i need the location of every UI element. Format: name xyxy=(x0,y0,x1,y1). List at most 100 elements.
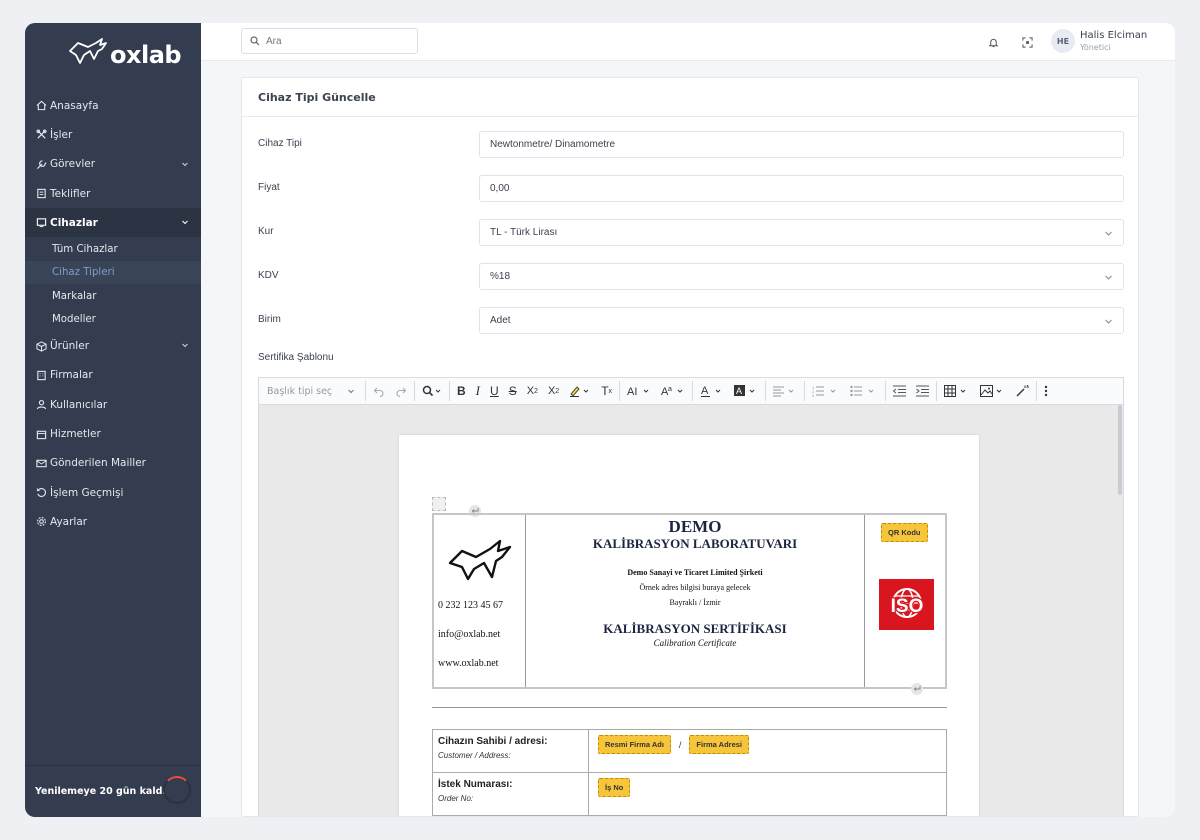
sidebar-item-label: Anasayfa xyxy=(50,99,99,112)
vat-select[interactable]: %18 xyxy=(479,263,1124,290)
sidebar-item-hizmetler[interactable]: Hizmetler xyxy=(25,419,201,448)
background-color-icon: A xyxy=(734,385,755,396)
sidebar-item-ayarlar[interactable]: Ayarlar xyxy=(25,507,201,536)
redo-button[interactable] xyxy=(390,377,412,405)
insert-paragraph-handle[interactable] xyxy=(911,683,923,695)
email-address: info@oxlab.net xyxy=(438,629,501,640)
sidebar-item-teklifler[interactable]: Teklifler xyxy=(25,179,201,208)
sidebar-item-gorevler[interactable]: Görevler xyxy=(25,150,201,179)
price-input[interactable]: 0,00 xyxy=(479,175,1124,202)
image-button[interactable] xyxy=(975,377,1011,405)
search-box[interactable] xyxy=(241,28,418,54)
sidebar-subitem-tum-cihazlar[interactable]: Tüm Cihazlar xyxy=(25,237,201,261)
toolbar-divider xyxy=(936,381,938,401)
horizontal-rule xyxy=(432,707,947,708)
sidebar-subitem-cihaz-tipleri[interactable]: Cihaz Tipleri xyxy=(25,260,201,285)
user-name[interactable]: Halis Elciman xyxy=(1080,30,1147,41)
magic-wand-icon[interactable] xyxy=(1011,377,1034,405)
sidebar-item-label: Görevler xyxy=(50,158,96,171)
field-price: Fiyat 0,00 xyxy=(242,175,1138,202)
font-size-button[interactable]: AI xyxy=(622,377,656,405)
document-page: 0 232 123 45 67 info@oxlab.net www.oxlab… xyxy=(399,435,979,816)
currency-select[interactable]: TL - Türk Lirası xyxy=(479,219,1124,246)
editor-toolbar: Başlık tipi seç B I U S X2 X2 Tx AI A a … xyxy=(258,377,1124,405)
font-color-button[interactable]: A xyxy=(695,377,729,405)
font-color-icon: A xyxy=(701,385,721,397)
indent-icon[interactable] xyxy=(911,377,934,405)
find-replace-button[interactable] xyxy=(417,377,447,405)
outdent-icon[interactable] xyxy=(888,377,911,405)
svg-text:3: 3 xyxy=(812,393,815,397)
qr-code-placeholder[interactable]: QR Kodu xyxy=(881,523,928,542)
company-address-placeholder[interactable]: Firma Adresi xyxy=(689,735,749,754)
editor-scrollbar[interactable] xyxy=(1118,405,1122,495)
sidebar-item-label: Teklifler xyxy=(50,187,91,200)
user-icon xyxy=(35,399,47,411)
underline-icon[interactable]: U xyxy=(485,377,504,405)
sidebar-item-isler[interactable]: İşler xyxy=(25,120,201,149)
alignment-button[interactable] xyxy=(768,377,802,405)
doc-title: DEMO xyxy=(668,517,722,536)
background-color-button[interactable]: A xyxy=(729,377,763,405)
order-number-placeholder[interactable]: İş No xyxy=(598,778,631,797)
device-type-input[interactable]: Newtonmetre/ Dinamometre xyxy=(479,131,1124,158)
font-family-icon: Aa xyxy=(661,386,683,397)
sidebar-item-gonderilen-mailler[interactable]: Gönderilen Mailler xyxy=(25,449,201,478)
superscript-icon[interactable]: X2 xyxy=(543,377,564,405)
fullscreen-icon[interactable] xyxy=(1021,36,1033,48)
history-icon xyxy=(35,487,47,499)
heading-select[interactable]: Başlık tipi seç xyxy=(259,377,363,405)
sidebar-nav: Anasayfa İşler Görevler Teklifler Cihazl… xyxy=(25,91,201,537)
subscript-icon[interactable]: X2 xyxy=(522,377,543,405)
sidebar-item-islem-gecmisi[interactable]: İşlem Geçmişi xyxy=(25,478,201,507)
remove-format-icon[interactable]: Tx xyxy=(596,377,617,405)
chevron-down-icon xyxy=(348,389,354,394)
toolbar-divider xyxy=(619,381,621,401)
font-family-button[interactable]: Aa xyxy=(656,377,690,405)
italic-icon[interactable]: I xyxy=(471,377,485,405)
user-avatar[interactable]: HE xyxy=(1051,29,1075,53)
renewal-text: Yenilemeye 20 gün kaldı xyxy=(35,786,166,797)
return-arrow-icon xyxy=(913,686,921,691)
search-input[interactable] xyxy=(266,35,406,47)
strikethrough-icon[interactable]: S xyxy=(504,377,522,405)
oxlab-logo[interactable]: oxlab xyxy=(68,35,182,67)
more-options-icon[interactable] xyxy=(1039,377,1053,405)
field-label: Fiyat xyxy=(258,182,280,193)
sidebar-item-anasayfa[interactable]: Anasayfa xyxy=(25,91,201,120)
title-column: DEMO KALİBRASYON LABORATUVARI Demo Sanay… xyxy=(526,515,864,687)
sidebar-item-urunler[interactable]: Ürünler xyxy=(25,331,201,360)
sidebar-item-cihazlar[interactable]: Cihazlar xyxy=(25,208,201,238)
company-name-placeholder[interactable]: Resmi Firma Adı xyxy=(598,735,671,754)
redo-icon xyxy=(396,387,407,397)
sidebar-subitem-markalar[interactable]: Markalar xyxy=(25,284,201,308)
sidebar-item-label: Firmalar xyxy=(50,369,93,382)
bullet-list-button[interactable] xyxy=(845,377,883,405)
table-select-handle[interactable] xyxy=(432,497,446,511)
bull-logo-icon xyxy=(448,539,512,581)
row-label-main: Cihazın Sahibi / adresi: xyxy=(438,736,548,747)
toolbar-divider xyxy=(765,381,767,401)
heading-placeholder: Başlık tipi seç xyxy=(267,385,333,397)
sidebar-subitem-modeller[interactable]: Modeller xyxy=(25,308,201,332)
find-replace-icon xyxy=(422,385,441,397)
unit-select[interactable]: Adet xyxy=(479,307,1124,334)
bold-icon[interactable]: B xyxy=(452,377,471,405)
certificate-editor[interactable]: 0 232 123 45 67 info@oxlab.net www.oxlab… xyxy=(258,405,1124,816)
table-button[interactable] xyxy=(939,377,975,405)
sidebar-item-label: İşlem Geçmişi xyxy=(50,486,124,499)
sidebar-item-firmalar[interactable]: Firmalar xyxy=(25,361,201,390)
website-url: www.oxlab.net xyxy=(438,658,499,669)
row-label-sub: Customer / Address: xyxy=(438,751,511,760)
mail-icon xyxy=(35,457,47,469)
numbered-list-button[interactable]: 123 xyxy=(807,377,845,405)
bullet-list-icon xyxy=(850,385,874,397)
sidebar-item-kullanicilar[interactable]: Kullanıcılar xyxy=(25,390,201,419)
search-icon xyxy=(250,36,260,46)
toolbar-divider xyxy=(1036,381,1038,401)
bell-icon[interactable] xyxy=(987,36,999,48)
highlight-button[interactable] xyxy=(564,377,596,405)
undo-button[interactable] xyxy=(368,377,390,405)
toolbar-divider xyxy=(365,381,366,401)
toolbar-divider xyxy=(885,381,887,401)
